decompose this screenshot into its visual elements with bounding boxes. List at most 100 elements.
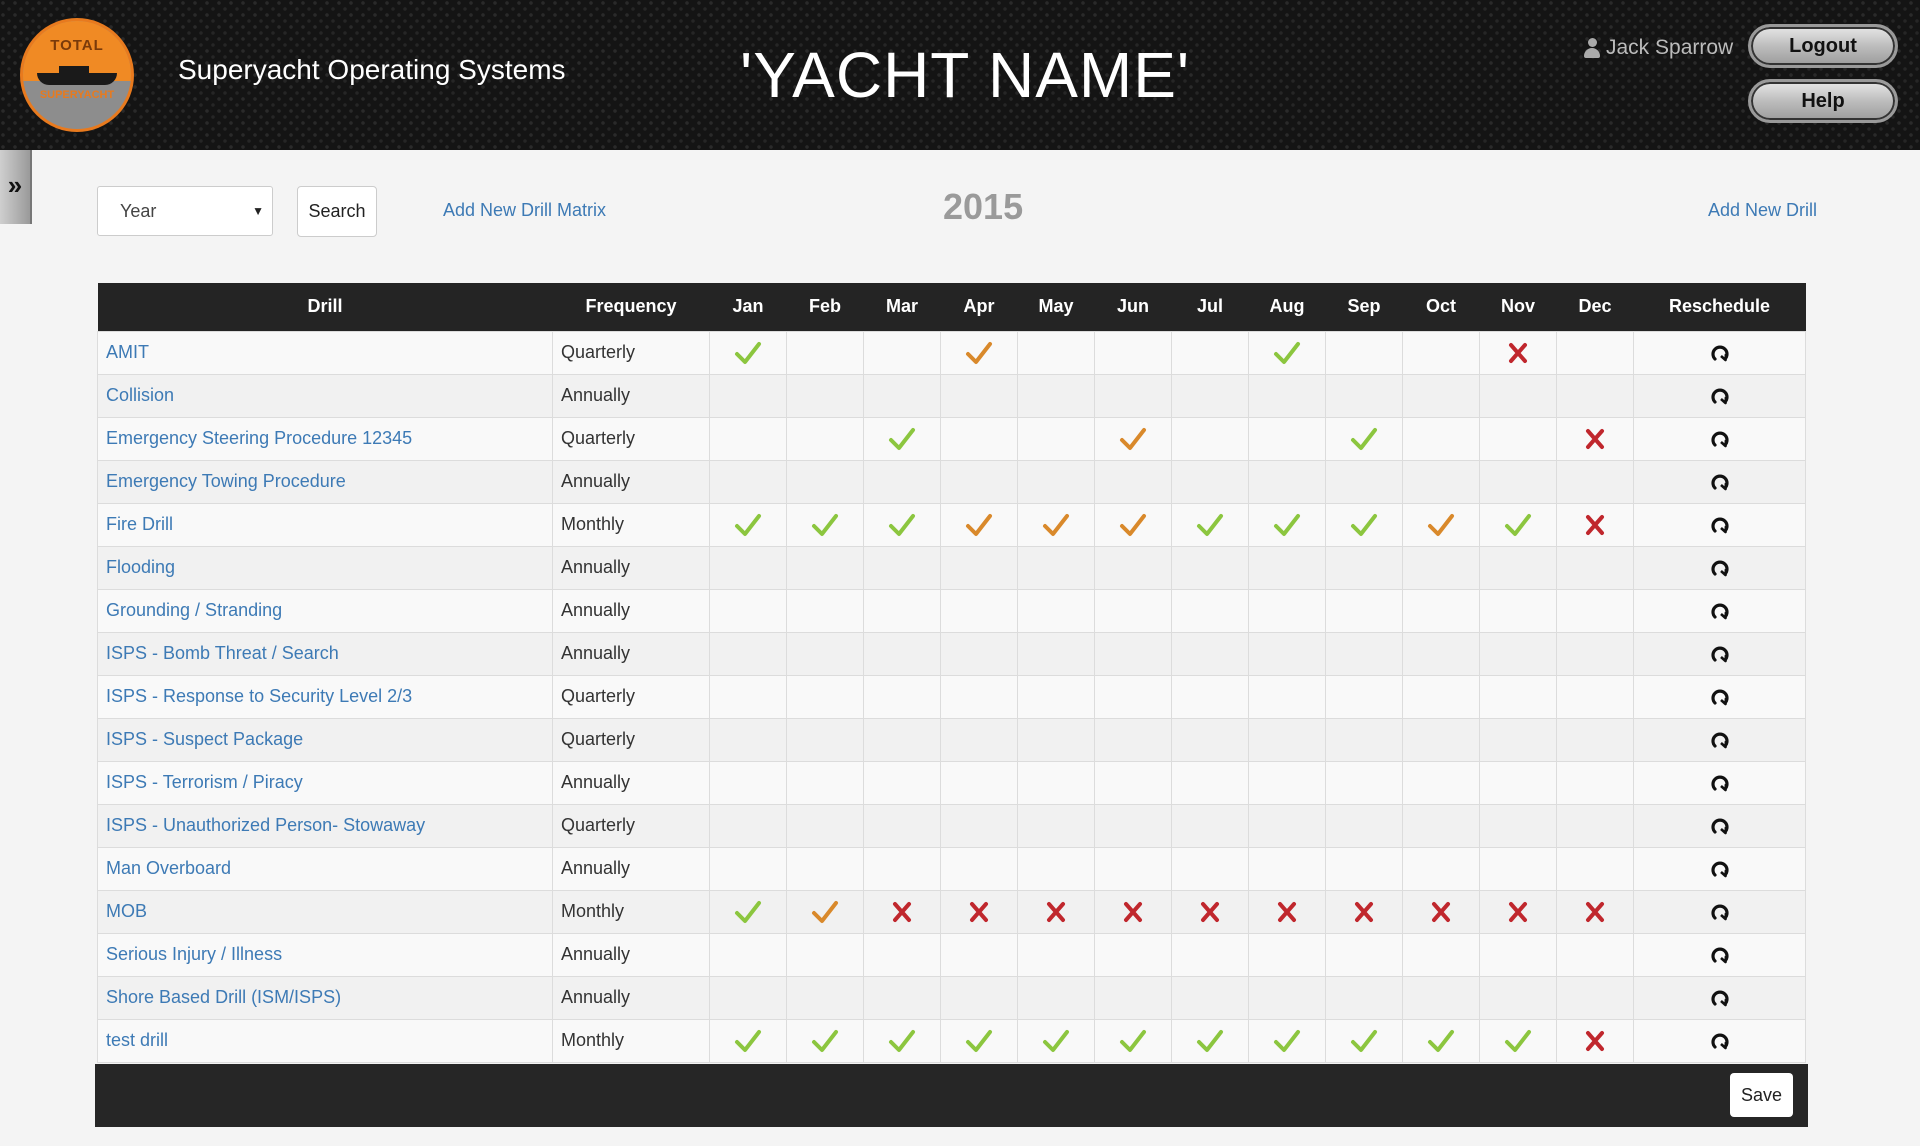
month-cell[interactable]	[709, 975, 787, 1020]
month-cell[interactable]	[1479, 545, 1557, 590]
month-cell[interactable]	[1017, 975, 1095, 1020]
month-cell[interactable]	[786, 373, 864, 418]
month-cell[interactable]	[1094, 760, 1172, 805]
month-cell[interactable]	[709, 717, 787, 762]
month-cell[interactable]	[1402, 674, 1480, 719]
month-cell[interactable]	[1171, 373, 1249, 418]
month-cell[interactable]	[1325, 631, 1403, 676]
month-cell[interactable]	[1556, 975, 1634, 1020]
month-cell[interactable]	[940, 1018, 1018, 1063]
month-cell[interactable]	[1479, 717, 1557, 762]
reschedule-button[interactable]	[1633, 932, 1806, 977]
sidebar-toggle-button[interactable]: »	[0, 150, 32, 224]
month-cell[interactable]	[863, 717, 941, 762]
month-cell[interactable]	[1556, 932, 1634, 977]
drill-name-link[interactable]: ISPS - Response to Security Level 2/3	[97, 674, 553, 719]
drill-name-link[interactable]: ISPS - Terrorism / Piracy	[97, 760, 553, 805]
month-cell[interactable]	[940, 416, 1018, 461]
save-button[interactable]: Save	[1730, 1073, 1793, 1117]
drill-name-link[interactable]: Serious Injury / Illness	[97, 932, 553, 977]
month-cell[interactable]	[786, 416, 864, 461]
reschedule-button[interactable]	[1633, 459, 1806, 504]
month-cell[interactable]	[1094, 674, 1172, 719]
month-cell[interactable]	[1325, 803, 1403, 848]
month-cell[interactable]	[1402, 631, 1480, 676]
month-cell[interactable]	[1479, 459, 1557, 504]
month-cell[interactable]	[1171, 889, 1249, 934]
reschedule-button[interactable]	[1633, 803, 1806, 848]
month-cell[interactable]	[863, 760, 941, 805]
month-cell[interactable]	[940, 846, 1018, 891]
month-cell[interactable]	[1402, 1018, 1480, 1063]
month-cell[interactable]	[940, 502, 1018, 547]
month-cell[interactable]	[1479, 846, 1557, 891]
month-cell[interactable]	[1017, 330, 1095, 375]
month-cell[interactable]	[940, 545, 1018, 590]
month-cell[interactable]	[1017, 889, 1095, 934]
drill-name-link[interactable]: ISPS - Bomb Threat / Search	[97, 631, 553, 676]
reschedule-button[interactable]	[1633, 717, 1806, 762]
drill-name-link[interactable]: ISPS - Unauthorized Person- Stowaway	[97, 803, 553, 848]
month-cell[interactable]	[1556, 588, 1634, 633]
reschedule-button[interactable]	[1633, 760, 1806, 805]
month-cell[interactable]	[863, 502, 941, 547]
month-cell[interactable]	[709, 760, 787, 805]
reschedule-button[interactable]	[1633, 330, 1806, 375]
help-button[interactable]: Help	[1748, 79, 1898, 123]
month-cell[interactable]	[1248, 631, 1326, 676]
month-cell[interactable]	[709, 459, 787, 504]
month-cell[interactable]	[1017, 631, 1095, 676]
reschedule-button[interactable]	[1633, 631, 1806, 676]
month-cell[interactable]	[1171, 502, 1249, 547]
month-cell[interactable]	[786, 846, 864, 891]
drill-name-link[interactable]: Man Overboard	[97, 846, 553, 891]
month-cell[interactable]	[1402, 889, 1480, 934]
month-cell[interactable]	[1171, 588, 1249, 633]
month-cell[interactable]	[1248, 889, 1326, 934]
reschedule-button[interactable]	[1633, 588, 1806, 633]
month-cell[interactable]	[709, 1018, 787, 1063]
month-cell[interactable]	[1248, 502, 1326, 547]
month-cell[interactable]	[1556, 1018, 1634, 1063]
month-cell[interactable]	[709, 803, 787, 848]
month-cell[interactable]	[1402, 760, 1480, 805]
month-cell[interactable]	[1171, 459, 1249, 504]
month-cell[interactable]	[1556, 717, 1634, 762]
month-cell[interactable]	[1171, 1018, 1249, 1063]
month-cell[interactable]	[940, 588, 1018, 633]
month-cell[interactable]	[786, 588, 864, 633]
month-cell[interactable]	[940, 330, 1018, 375]
month-cell[interactable]	[709, 588, 787, 633]
month-cell[interactable]	[1248, 760, 1326, 805]
month-cell[interactable]	[1325, 717, 1403, 762]
month-cell[interactable]	[1325, 459, 1403, 504]
month-cell[interactable]	[1479, 932, 1557, 977]
month-cell[interactable]	[786, 459, 864, 504]
month-cell[interactable]	[863, 545, 941, 590]
month-cell[interactable]	[1325, 674, 1403, 719]
month-cell[interactable]	[786, 545, 864, 590]
month-cell[interactable]	[786, 717, 864, 762]
month-cell[interactable]	[1479, 760, 1557, 805]
month-cell[interactable]	[1248, 803, 1326, 848]
month-cell[interactable]	[1017, 459, 1095, 504]
drill-name-link[interactable]: Grounding / Stranding	[97, 588, 553, 633]
month-cell[interactable]	[863, 416, 941, 461]
month-cell[interactable]	[1248, 674, 1326, 719]
month-cell[interactable]	[863, 588, 941, 633]
month-cell[interactable]	[786, 975, 864, 1020]
drill-name-link[interactable]: ISPS - Suspect Package	[97, 717, 553, 762]
month-cell[interactable]	[1248, 330, 1326, 375]
month-cell[interactable]	[1479, 803, 1557, 848]
month-cell[interactable]	[863, 889, 941, 934]
month-cell[interactable]	[940, 674, 1018, 719]
month-cell[interactable]	[1556, 803, 1634, 848]
month-cell[interactable]	[1402, 502, 1480, 547]
year-select[interactable]: Year ▼	[97, 186, 273, 236]
reschedule-button[interactable]	[1633, 373, 1806, 418]
month-cell[interactable]	[709, 674, 787, 719]
month-cell[interactable]	[1325, 846, 1403, 891]
drill-name-link[interactable]: Emergency Towing Procedure	[97, 459, 553, 504]
month-cell[interactable]	[1402, 459, 1480, 504]
month-cell[interactable]	[940, 631, 1018, 676]
